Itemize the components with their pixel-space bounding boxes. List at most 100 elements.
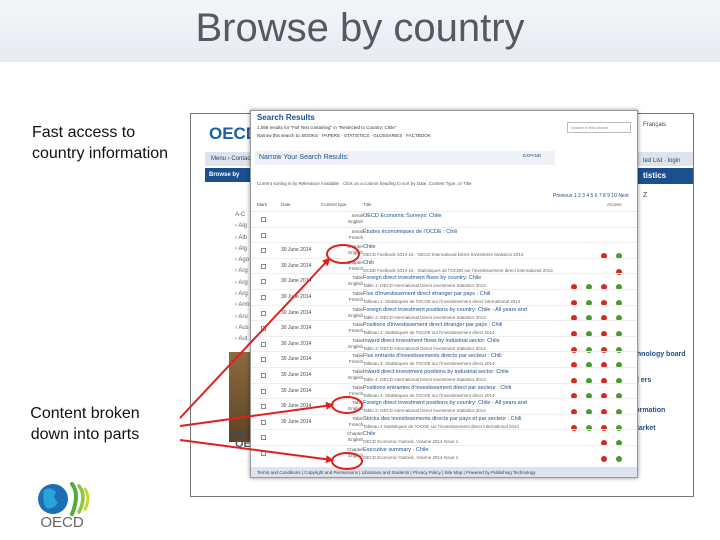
col-access: Access xyxy=(607,202,622,207)
search-within-input[interactable]: Search in this search xyxy=(567,122,631,133)
row-checkbox[interactable] xyxy=(261,263,266,269)
pdf-icon[interactable] xyxy=(601,455,607,462)
row-content-type: Table French xyxy=(348,353,363,365)
col-date[interactable]: Date xyxy=(281,202,291,207)
right-column: Français ted List · login tistics Z chno… xyxy=(633,114,693,496)
slide-title: Browse by country xyxy=(195,6,525,50)
row-title-link[interactable]: Foreign direct investment positions by c… xyxy=(363,400,527,406)
pagination[interactable]: Previous 1 2 3 4 5 6 7 8 9 10 Next xyxy=(553,193,629,199)
row-content-type: Chapter English xyxy=(346,244,363,256)
row-checkbox[interactable] xyxy=(261,310,266,316)
row-title-link[interactable]: OECD Economic Surveys: Chile xyxy=(363,213,442,219)
row-date: 30 June 2014 xyxy=(281,387,312,394)
row-checkbox[interactable] xyxy=(261,373,266,378)
row-content-type: Table English xyxy=(348,369,363,380)
expand-button[interactable]: EXPAND xyxy=(523,153,541,158)
row-date: 30 June 2014 xyxy=(281,294,312,300)
promo-block-market[interactable]: Market xyxy=(633,424,693,433)
narrow-results-bar[interactable]: Narrow Your Search Results: xyxy=(255,151,555,165)
table-row[interactable]: Chapter English Executive summary - Chile… xyxy=(251,445,637,463)
read-online-icon[interactable] xyxy=(616,455,622,462)
row-checkbox[interactable] xyxy=(261,326,266,332)
row-date: 30 June 2014 xyxy=(281,372,312,378)
col-type[interactable]: Content type xyxy=(321,202,347,207)
row-subtitle: Table 1: OECD International Direct Inves… xyxy=(363,283,486,289)
promo-block-al[interactable]: al ers xyxy=(633,376,693,385)
row-title-link[interactable]: Inward direct investment flows by indust… xyxy=(363,338,500,344)
promo-block-information[interactable]: formation xyxy=(633,406,693,415)
row-content-type: Table French xyxy=(348,322,363,334)
alpha-z-link[interactable]: Z xyxy=(643,192,647,199)
row-checkbox[interactable] xyxy=(261,279,266,285)
statistics-tab[interactable]: tistics xyxy=(633,168,693,184)
row-title-link[interactable]: Executive summary - Chile xyxy=(363,447,428,453)
sort-info: Current sorting is by Relevance Availabl… xyxy=(257,181,472,186)
row-title-link[interactable]: Chile xyxy=(363,431,376,437)
row-access-icons xyxy=(571,294,631,306)
row-access-icons xyxy=(601,434,631,447)
row-content-type: Chapter English xyxy=(346,447,363,458)
row-title-link[interactable]: Foreign direct investment flows by count… xyxy=(363,275,481,281)
row-title-link[interactable]: Flux d'investissement direct étranger pa… xyxy=(363,291,490,297)
row-checkbox[interactable] xyxy=(261,451,266,456)
results-footer[interactable]: Terms and Conditions | Copyright and Per… xyxy=(251,467,637,477)
row-title-link[interactable]: Chili xyxy=(363,260,374,266)
row-date: 30 June 2014 xyxy=(281,247,312,254)
row-title-link[interactable]: Positions d'investissement direct étrang… xyxy=(363,322,502,328)
row-date: 30 June 2014 xyxy=(281,262,312,269)
row-title-link[interactable]: Chile xyxy=(363,244,376,250)
row-access-icons xyxy=(601,247,631,259)
promo-block-technology[interactable]: chnology board xyxy=(633,350,693,359)
row-content-type: Table French xyxy=(348,415,363,427)
row-checkbox[interactable] xyxy=(261,217,266,222)
row-date: 30 June 2014 xyxy=(281,325,312,332)
row-subtitle: Table 2: OECD International Direct Inves… xyxy=(363,314,486,320)
row-checkbox[interactable] xyxy=(261,295,266,300)
row-checkbox[interactable] xyxy=(261,388,266,394)
row-content-type: Table English xyxy=(348,275,363,287)
row-subtitle: Tableau 1: Statistiques de l'OCDE sur l'… xyxy=(363,299,521,304)
row-subtitle: Tableau 2: Statistiques de l'OCDE sur l'… xyxy=(363,330,495,336)
row-title-link[interactable]: Foreign direct investment positions by c… xyxy=(363,307,527,313)
marked-list-link[interactable]: ted List · login xyxy=(643,158,680,164)
language-link[interactable]: Français xyxy=(643,122,666,128)
row-content-type: Table English xyxy=(348,306,363,318)
row-access-icons xyxy=(571,278,631,291)
col-mark[interactable]: Mark xyxy=(257,202,267,207)
row-access-icons xyxy=(571,341,631,353)
row-title-link[interactable]: Inward direct investment positions by in… xyxy=(363,369,509,375)
row-checkbox[interactable] xyxy=(261,232,266,238)
row-title-link[interactable]: Positions entrantes d'investissement dir… xyxy=(363,385,511,391)
row-content-type: Serial French xyxy=(348,228,363,240)
row-content-type: Table French xyxy=(348,384,363,396)
search-results-panel: Search Results Search in this search 1,0… xyxy=(250,110,638,478)
row-subtitle: Tableau 3: Statistiques de l'OCDE sur l'… xyxy=(363,361,495,367)
results-count: 1,085 results for "Full Text containing"… xyxy=(257,125,397,130)
row-subtitle: Table 4: OECD International Direct Inves… xyxy=(363,377,486,382)
row-subtitle: Tableau 4: Statistiques de l'OCDE sur l'… xyxy=(363,392,495,398)
row-subtitle: OECD Factbook 2014-15 · OECD Internation… xyxy=(363,252,524,258)
row-date: 30 June 2014 xyxy=(281,340,312,347)
row-content-type: Table English xyxy=(348,337,363,349)
refine-links[interactable]: Narrow this search to: BOOKS · PAPERS · … xyxy=(257,133,431,138)
row-date: 30 June 2014 xyxy=(281,418,312,425)
search-results-title: Search Results xyxy=(257,113,315,122)
row-title-link[interactable]: Flux entrants d'investissements directs … xyxy=(363,353,502,359)
row-content-type: Chapter English xyxy=(346,431,363,443)
callout-fast-access: Fast access to country information xyxy=(32,124,169,162)
row-access-icons xyxy=(571,388,631,400)
row-checkbox[interactable] xyxy=(261,435,266,441)
row-access-icons xyxy=(571,356,631,369)
row-subtitle: Tableau 4 Statistiques de l'OCDE sur l'i… xyxy=(363,423,520,429)
row-title-link[interactable]: Études économiques de l'OCDE : Chili xyxy=(363,229,457,235)
row-access-icons xyxy=(571,310,631,322)
row-title-link[interactable]: Stocks des investissements directs par p… xyxy=(363,416,521,422)
row-checkbox[interactable] xyxy=(261,404,266,410)
row-content-type: Serial English xyxy=(348,213,363,224)
row-checkbox[interactable] xyxy=(261,357,266,363)
row-checkbox[interactable] xyxy=(261,248,266,254)
row-date: 30 June 2014 xyxy=(281,278,312,285)
col-title[interactable]: Title xyxy=(363,202,371,207)
row-checkbox[interactable] xyxy=(261,341,266,347)
row-checkbox[interactable] xyxy=(261,419,266,425)
